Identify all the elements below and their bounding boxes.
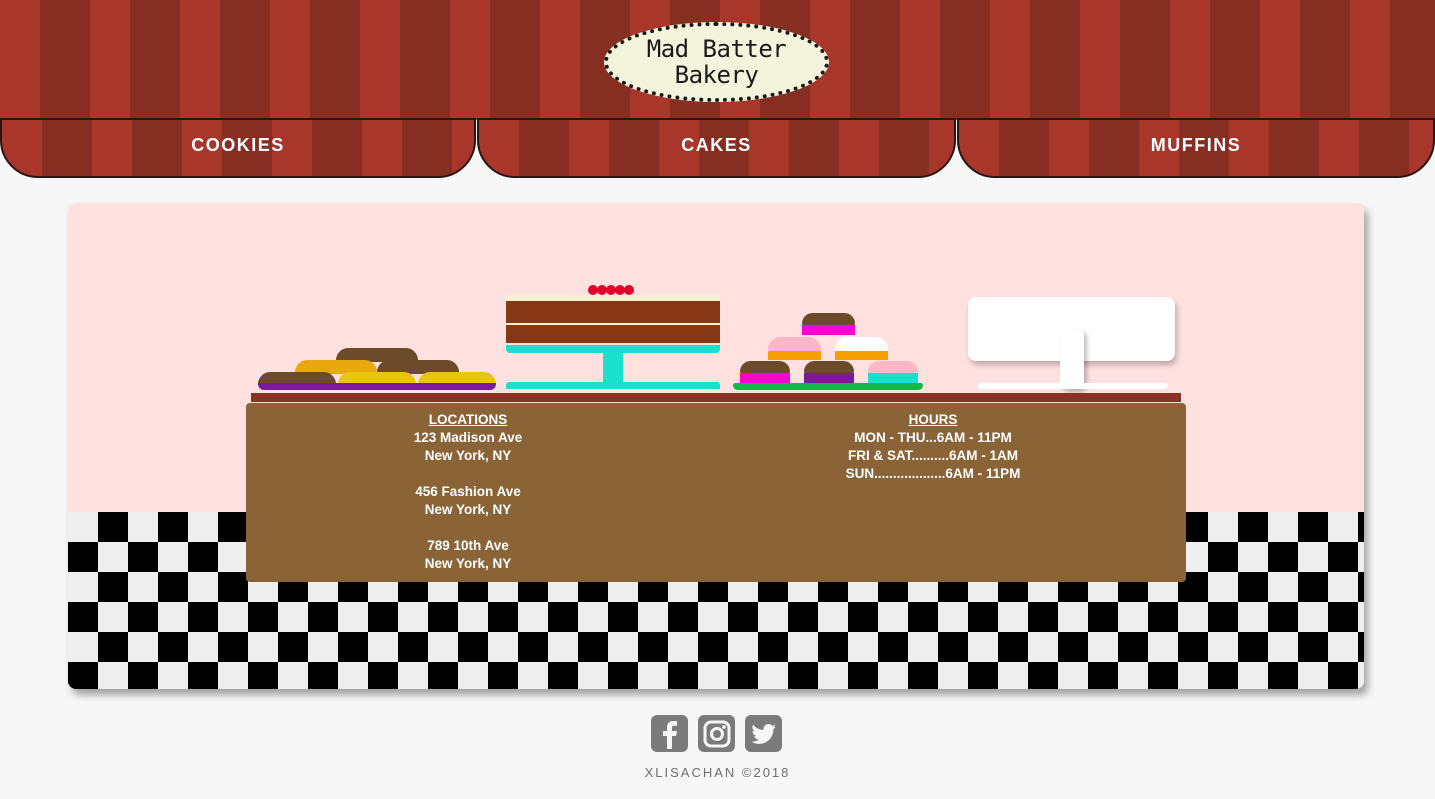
location-item: 123 Madison Ave New York, NY xyxy=(368,429,568,465)
main-nav: COOKIES CAKES MUFFINS xyxy=(0,118,1435,180)
location-street: 456 Fashion Ave xyxy=(415,484,521,499)
nav-item-label: COOKIES xyxy=(191,134,285,155)
location-city: New York, NY xyxy=(424,556,512,571)
nav-item-label: MUFFINS xyxy=(1150,134,1242,155)
brand-line-1: Mad Batter xyxy=(646,35,787,63)
hours-line: MON - THU...6AM - 11PM xyxy=(854,430,1012,445)
location-street: 789 10th Ave xyxy=(427,538,509,553)
location-city: New York, NY xyxy=(424,502,512,517)
nav-item-cakes[interactable]: CAKES xyxy=(477,118,956,178)
nav-item-cookies[interactable]: COOKIES xyxy=(0,118,476,178)
facebook-icon[interactable] xyxy=(651,715,688,752)
brand-logo[interactable]: Mad Batter Bakery xyxy=(604,22,829,102)
copyright-text: XLISACHAN ©2018 xyxy=(644,765,791,780)
nav-item-label: CAKES xyxy=(681,134,752,155)
instagram-icon[interactable] xyxy=(698,715,735,752)
locations-section: LOCATIONS 123 Madison Ave New York, NY 4… xyxy=(368,411,568,573)
location-city: New York, NY xyxy=(424,448,512,463)
nav-item-muffins[interactable]: MUFFINS xyxy=(957,118,1435,178)
social-links xyxy=(651,715,782,752)
hours-line: SUN...................6AM - 11PM xyxy=(845,466,1021,481)
location-item: 789 10th Ave New York, NY xyxy=(368,537,568,573)
twitter-icon[interactable] xyxy=(745,715,782,752)
bakery-scene: LOCATIONS 123 Madison Ave New York, NY 4… xyxy=(68,203,1364,689)
location-street: 123 Madison Ave xyxy=(413,430,523,445)
hours-section: HOURS MON - THU...6AM - 11PM FRI & SAT..… xyxy=(828,411,1038,483)
brand-line-2: Bakery xyxy=(674,61,759,89)
hours-title: HOURS xyxy=(908,412,958,427)
locations-title: LOCATIONS xyxy=(428,412,508,427)
location-item: 456 Fashion Ave New York, NY xyxy=(368,483,568,519)
hours-line: FRI & SAT..........6AM - 1AM xyxy=(847,448,1018,463)
counter-shelf xyxy=(251,393,1181,402)
